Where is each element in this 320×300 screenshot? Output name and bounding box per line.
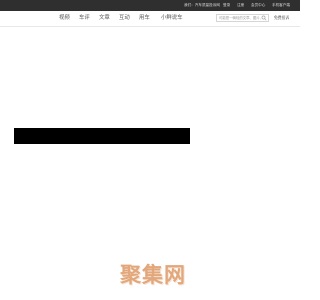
topbar-member-center-link[interactable]: 会员中心 (251, 2, 265, 8)
nav-item-car-use[interactable]: 用车 (139, 14, 150, 22)
topbar-welcome-text: 我们：汽车质量投诉网 (184, 3, 220, 7)
main-nav: 视频 车评 文章 互动 用车 小鲜说车 免费投诉 (0, 11, 300, 27)
nav-item-xiaoxian[interactable]: 小鲜说车 (161, 14, 183, 22)
nav-item-interaction[interactable]: 互动 (119, 14, 130, 22)
banner-placeholder (14, 128, 190, 144)
top-bar: 我们：汽车质量投诉网 登录 注册 会员中心 手机客户端 (0, 0, 300, 11)
nav-item-reviews[interactable]: 车评 (79, 14, 90, 22)
search-input[interactable] (217, 15, 263, 21)
topbar-mobile-link[interactable]: 手机客户端 (272, 2, 290, 8)
nav-item-articles[interactable]: 文章 (99, 14, 110, 22)
topbar-register-link[interactable]: 注册 (237, 2, 244, 8)
search-box (216, 14, 269, 22)
topbar-login-link[interactable]: 登录 (223, 2, 230, 8)
complaint-button[interactable]: 免费投诉 (274, 15, 289, 21)
site-logo: 聚集网 (120, 263, 186, 287)
nav-item-video[interactable]: 视频 (59, 14, 70, 22)
search-icon[interactable] (261, 15, 267, 21)
